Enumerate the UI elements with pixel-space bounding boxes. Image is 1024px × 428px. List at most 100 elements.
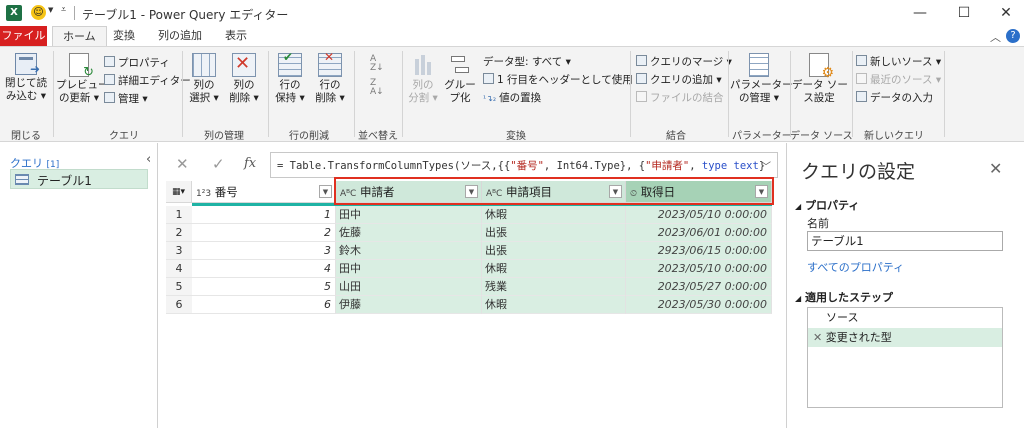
row-number[interactable]: 2 (166, 224, 192, 242)
ribbon-separator (354, 51, 355, 137)
column-filter-button-id[interactable]: ▼ (319, 185, 332, 198)
close-window-button[interactable]: ✕ (983, 0, 1024, 26)
cell-item[interactable]: 休暇 (482, 260, 626, 278)
group-by-label-2: プ化 (449, 92, 471, 104)
cell-id[interactable]: 6 (192, 296, 336, 314)
formula-text[interactable]: = Table.TransformColumnTypes(ソース,{{"番号",… (277, 158, 765, 173)
row-number[interactable]: 3 (166, 242, 192, 260)
remove-rows-button[interactable]: ✕ 行の 削除 ▾ (312, 51, 348, 105)
fx-icon[interactable]: fx (244, 156, 256, 171)
step-item-changed-type[interactable]: ✕ 変更された型 (808, 328, 1002, 347)
cell-applicant[interactable]: 鈴木 (336, 242, 482, 260)
cell-id[interactable]: 2 (192, 224, 336, 242)
split-column-button[interactable]: 列の 分割 ▾ (405, 53, 441, 105)
cell-item[interactable]: 出張 (482, 224, 626, 242)
cell-item[interactable]: 休暇 (482, 206, 626, 224)
cell-applicant[interactable]: 山田 (336, 278, 482, 296)
all-properties-link[interactable]: すべてのプロパティ (807, 259, 904, 275)
group-by-button[interactable]: グルー プ化 (444, 53, 476, 105)
row-number[interactable]: 6 (166, 296, 192, 314)
smiley-dropdown-icon[interactable]: ▼ (48, 6, 53, 14)
manage-parameters-label-2: の管理 ▾ (738, 92, 780, 104)
minimize-button[interactable]: — (897, 0, 943, 26)
data-type-dropdown[interactable]: データ型: すべて ▾ (483, 54, 571, 70)
applied-steps-header[interactable]: ◢ 適用したステップ (795, 289, 893, 305)
properties-section-header[interactable]: ◢ プロパティ (795, 197, 859, 213)
row-number[interactable]: 1 (166, 206, 192, 224)
header-row-icon (483, 73, 494, 84)
recent-sources-button[interactable]: 最近のソース ▾ (856, 72, 941, 88)
cell-date[interactable]: 2023/05/10 0:00:00 (626, 206, 772, 224)
close-and-load-button[interactable]: ➜ 閉じて読 み込む ▾ (4, 53, 48, 103)
remove-columns-button[interactable]: ✕ 列の 削除 ▾ (226, 53, 262, 105)
cell-date[interactable]: 2023/05/30 0:00:00 (626, 296, 772, 314)
cell-applicant[interactable]: 佐藤 (336, 224, 482, 242)
cell-applicant[interactable]: 田中 (336, 260, 482, 278)
cell-date[interactable]: 2023/05/10 0:00:00 (626, 260, 772, 278)
properties-button[interactable]: プロパティ (104, 55, 170, 71)
query-name-input[interactable]: テーブル1 (807, 231, 1003, 251)
cell-applicant[interactable]: 伊藤 (336, 296, 482, 314)
refresh-label-1: プレビュー (56, 79, 109, 91)
delete-step-icon[interactable]: ✕ (813, 331, 822, 344)
manage-parameters-button[interactable]: パラメーター の管理 ▾ (730, 53, 793, 105)
use-first-row-as-headers-button[interactable]: 1 行目をヘッダーとして使用 ▾ (483, 72, 641, 88)
type-number-icon[interactable]: 1²3 (196, 189, 211, 199)
formula-cancel-icon[interactable]: ✕ (176, 155, 189, 173)
queries-pane: クエリ [1] ‹ テーブル1 (0, 143, 158, 428)
cell-id[interactable]: 5 (192, 278, 336, 296)
cell-date[interactable]: 2023/05/27 0:00:00 (626, 278, 772, 296)
tab-view[interactable]: 表示 (215, 26, 257, 46)
remove-columns-icon: ✕ (232, 53, 256, 77)
row-number[interactable]: 4 (166, 260, 192, 278)
tab-transform[interactable]: 変換 (103, 26, 145, 46)
new-source-button[interactable]: 新しいソース ▾ (856, 54, 941, 70)
append-queries-button[interactable]: クエリの追加 ▾ (636, 72, 722, 88)
formula-confirm-icon[interactable]: ✓ (212, 155, 225, 173)
data-source-settings-icon: ⚙ (809, 53, 834, 80)
cell-id[interactable]: 3 (192, 242, 336, 260)
group-label-rows: 行の削減 (289, 131, 329, 142)
smiley-icon[interactable]: ☺ (31, 5, 46, 20)
row-number[interactable]: 5 (166, 278, 192, 296)
cell-id[interactable]: 4 (192, 260, 336, 278)
replace-values-button[interactable]: ¹↴₂ 値の置換 (483, 90, 541, 106)
ribbon-separator (728, 51, 729, 137)
collapse-ribbon-icon[interactable]: ︿ (990, 29, 1001, 45)
tab-home[interactable]: ホーム (52, 26, 107, 46)
tab-file[interactable]: ファイル (0, 26, 47, 46)
cell-item[interactable]: 残業 (482, 278, 626, 296)
merge-queries-button[interactable]: クエリのマージ ▾ (636, 54, 732, 70)
quick-access-menu-icon[interactable]: ⩡ (61, 5, 66, 15)
table-menu-button[interactable]: ▦▾ (166, 181, 192, 203)
manage-button[interactable]: 管理 ▾ (104, 91, 148, 107)
sort-ascending-icon[interactable]: A Z↓ (370, 55, 384, 73)
cell-item[interactable]: 出張 (482, 242, 626, 260)
column-header-id[interactable]: 1²3 番号 (192, 181, 336, 203)
tab-add-column[interactable]: 列の追加 (148, 26, 212, 46)
step-item-source[interactable]: ソース (808, 308, 1002, 327)
collapse-pane-icon[interactable]: ‹ (146, 152, 151, 167)
formula-bar[interactable]: = Table.TransformColumnTypes(ソース,{{"番号",… (270, 152, 778, 178)
cell-date[interactable]: 2023/06/01 0:00:00 (626, 224, 772, 242)
sort-descending-icon[interactable]: Z A↓ (370, 79, 384, 97)
refresh-preview-button[interactable]: ↻ プレビュー の更新 ▾ (56, 53, 109, 105)
data-source-settings-button[interactable]: ⚙ データ ソー ス設定 (792, 53, 848, 105)
enter-data-button[interactable]: データの入力 (856, 90, 933, 106)
cell-id[interactable]: 1 (192, 206, 336, 224)
choose-columns-button[interactable]: 列の 選択 ▾ (186, 53, 222, 105)
query-item[interactable]: テーブル1 (10, 169, 148, 189)
maximize-button[interactable]: ☐ (941, 0, 987, 26)
help-icon[interactable]: ? (1006, 29, 1020, 43)
cell-item[interactable]: 休暇 (482, 296, 626, 314)
cell-date[interactable]: 2923/06/15 0:00:00 (626, 242, 772, 260)
advanced-editor-button[interactable]: 詳細エディター (104, 73, 191, 89)
combine-files-button[interactable]: ファイルの結合 (636, 90, 724, 106)
remove-rows-icon: ✕ (318, 51, 342, 77)
group-label-data-source: データ ソース (790, 131, 853, 142)
expand-formula-icon[interactable]: ﹀ (761, 158, 771, 173)
close-settings-icon[interactable]: ✕ (989, 159, 1002, 178)
applied-steps-list: ソース ✕ 変更された型 (807, 307, 1003, 408)
keep-rows-button[interactable]: ✔ 行の 保持 ▾ (272, 51, 308, 105)
cell-applicant[interactable]: 田中 (336, 206, 482, 224)
